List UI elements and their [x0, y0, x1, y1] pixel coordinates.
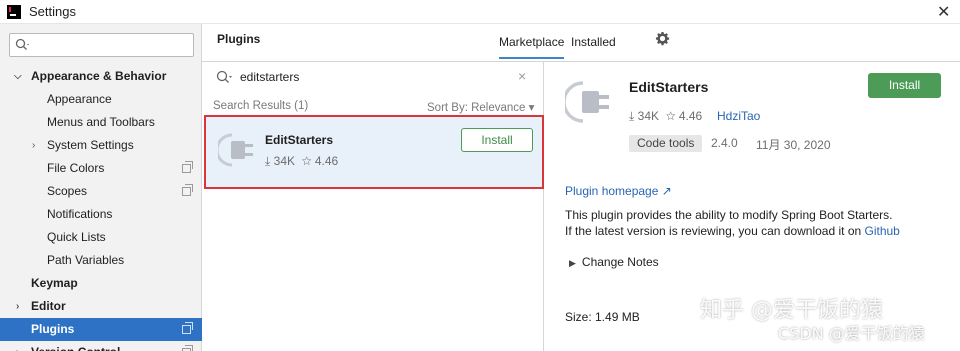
sort-dropdown[interactable]: Sort By: Relevance ▾	[427, 100, 534, 114]
sidebar-item-editor[interactable]: › Editor	[0, 295, 202, 318]
results-bar: Search Results (1) Sort By: Relevance ▾	[202, 98, 544, 116]
plugin-size: Size: 1.49 MB	[565, 310, 640, 324]
download-icon: ⤓	[265, 154, 271, 168]
sidebar-item-label: Quick Lists	[47, 230, 106, 244]
sidebar-item-label: Path Variables	[47, 253, 125, 267]
plugin-description-line: If the latest version is reviewing, you …	[565, 224, 900, 238]
chevron-right-icon: ›	[16, 341, 19, 351]
project-scope-icon	[182, 322, 193, 334]
search-icon	[216, 70, 234, 87]
sidebar-item-version-control[interactable]: › Version Control	[0, 341, 202, 351]
plugin-search-value: editstarters	[240, 70, 300, 84]
project-scope-icon	[182, 161, 193, 173]
plugin-detail-name: EditStarters	[629, 79, 709, 95]
settings-sidebar: ⌵ Appearance & Behavior Appearance Menus…	[0, 24, 202, 351]
plugin-detail-stats: ⤓ 34K ☆ 4.46	[629, 109, 702, 124]
plugin-description-text: If the latest version is reviewing, you …	[565, 224, 865, 238]
category-tag[interactable]: Code tools	[629, 135, 703, 152]
download-count: 34K	[637, 109, 660, 123]
intellij-logo-icon	[7, 5, 21, 19]
plugin-result-card[interactable]: EditStarters ⤓ 34K ☆ 4.46 Install	[204, 115, 544, 189]
sidebar-item-appearance[interactable]: Appearance	[0, 88, 202, 111]
sidebar-item-label: Appearance & Behavior	[31, 69, 167, 83]
plugin-icon	[562, 78, 613, 129]
sidebar-item-scopes[interactable]: Scopes	[0, 180, 202, 203]
change-notes-label: Change Notes	[581, 255, 659, 269]
plugin-stats: ⤓ 34K ☆ 4.46	[265, 154, 338, 169]
watermark-csdn: CSDN @爱干饭的猿	[778, 324, 925, 343]
sidebar-item-label: Version Control	[31, 341, 120, 351]
star-icon: ☆	[665, 109, 676, 123]
change-notes-toggle[interactable]: ▶ Change Notes	[569, 255, 659, 269]
sidebar-item-quick-lists[interactable]: Quick Lists	[0, 226, 202, 249]
sidebar-item-file-colors[interactable]: File Colors	[0, 157, 202, 180]
plugin-date: 11月 30, 2020	[756, 138, 831, 152]
plugins-header: Plugins Marketplace Installed	[202, 24, 960, 62]
sidebar-item-label: Plugins	[31, 322, 75, 336]
sidebar-item-system-settings[interactable]: › System Settings	[0, 134, 202, 157]
plugin-name: EditStarters	[265, 133, 334, 147]
sidebar-item-notifications[interactable]: Notifications	[0, 203, 202, 226]
install-button[interactable]: Install	[461, 128, 533, 152]
search-icon	[15, 38, 31, 55]
download-count: 34K	[273, 154, 296, 168]
chevron-right-icon: ›	[16, 301, 20, 312]
plugin-search-input[interactable]: editstarters ×	[202, 62, 544, 94]
download-icon: ⤓	[629, 109, 635, 123]
close-icon[interactable]: ✕	[937, 2, 950, 22]
settings-search-input[interactable]	[9, 33, 194, 57]
sidebar-item-menus-toolbars[interactable]: Menus and Toolbars	[0, 111, 202, 134]
search-results-count: Search Results (1)	[213, 100, 309, 112]
rating-value: 4.46	[678, 109, 703, 123]
tab-marketplace[interactable]: Marketplace	[499, 35, 565, 59]
sidebar-item-path-variables[interactable]: Path Variables	[0, 249, 202, 272]
gear-icon[interactable]	[655, 31, 670, 50]
sidebar-item-keymap[interactable]: Keymap	[0, 272, 202, 295]
plugin-icon	[215, 131, 256, 172]
github-link[interactable]: Github	[865, 224, 900, 238]
install-button[interactable]: Install	[868, 73, 941, 98]
plugin-version: 2.4.0	[711, 136, 738, 150]
rating-value: 4.46	[314, 154, 339, 168]
sidebar-item-appearance-behavior[interactable]: ⌵ Appearance & Behavior	[0, 65, 202, 88]
star-icon: ☆	[301, 154, 312, 168]
marketplace-list-pane: editstarters × Search Results (1) Sort B…	[202, 62, 544, 351]
plugin-homepage-link[interactable]: Plugin homepage ↗	[565, 184, 672, 198]
clear-icon[interactable]: ×	[518, 68, 526, 84]
plugin-description-line: This plugin provides the ability to modi…	[565, 208, 893, 222]
sidebar-item-label: Notifications	[47, 207, 113, 221]
chevron-right-icon: ›	[32, 140, 36, 151]
window-title: Settings	[29, 4, 76, 19]
chevron-down-icon: ⌵	[14, 71, 22, 82]
sidebar-item-label: File Colors	[47, 161, 105, 175]
project-scope-icon	[182, 184, 193, 196]
tab-installed[interactable]: Installed	[571, 35, 616, 49]
sidebar-item-plugins[interactable]: Plugins	[0, 318, 202, 341]
sidebar-item-label: Appearance	[47, 92, 112, 106]
title-bar: Settings ✕	[0, 0, 960, 24]
sidebar-item-label: Editor	[31, 299, 66, 313]
sidebar-item-label: Keymap	[31, 276, 78, 290]
triangle-right-icon: ▶	[569, 258, 576, 268]
page-title: Plugins	[217, 32, 261, 46]
sidebar-item-label: System Settings	[47, 138, 134, 152]
sidebar-item-label: Menus and Toolbars	[47, 115, 155, 129]
sidebar-item-label: Scopes	[47, 184, 88, 198]
author-link[interactable]: HdziTao	[717, 109, 760, 123]
